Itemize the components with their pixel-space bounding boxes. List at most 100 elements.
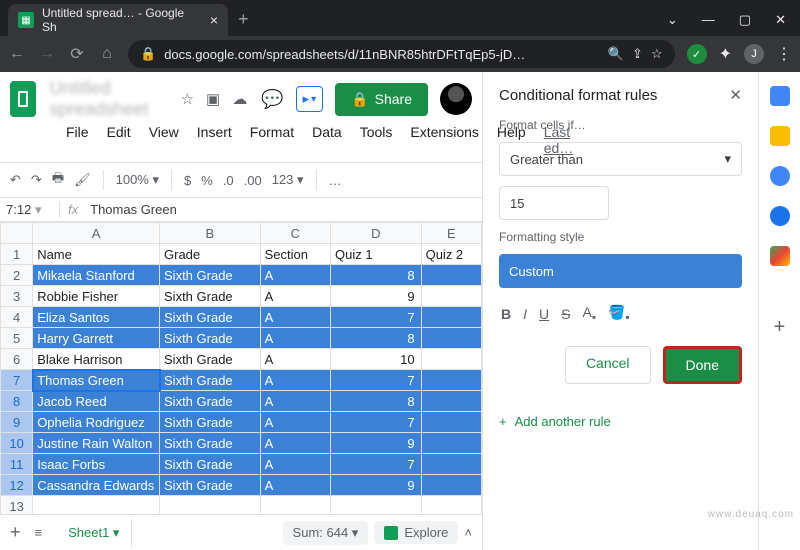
menu-tools[interactable]: Tools	[352, 122, 401, 158]
cell[interactable]: A	[260, 475, 330, 496]
redo-icon[interactable]: ↷	[31, 172, 42, 188]
italic-icon[interactable]: I	[523, 306, 527, 322]
row-header[interactable]: 9	[1, 412, 33, 433]
row-header[interactable]: 3	[1, 286, 33, 307]
paint-format-icon[interactable]: 🖌	[74, 172, 91, 188]
move-doc-icon[interactable]: ▣	[206, 90, 220, 108]
cell[interactable]: Cassandra Edwards	[33, 475, 160, 496]
row-header[interactable]: 12	[1, 475, 33, 496]
maps-icon[interactable]	[770, 246, 790, 266]
extension-check-icon[interactable]: ✓	[687, 44, 707, 64]
zoom-select[interactable]: 100% ▾	[116, 172, 159, 188]
add-addon-icon[interactable]: +	[774, 316, 786, 339]
formula-bar[interactable]: Thomas Green	[86, 202, 181, 217]
style-preview[interactable]: Custom	[499, 254, 742, 288]
header-cell[interactable]: Section	[260, 244, 330, 265]
comments-icon[interactable]: 💬	[261, 89, 283, 110]
column-header[interactable]: A	[33, 223, 160, 244]
cell[interactable]: A	[260, 412, 330, 433]
sheets-logo-icon[interactable]	[10, 81, 36, 117]
cell[interactable]	[421, 391, 481, 412]
more-toolbar-icon[interactable]: …	[329, 173, 342, 188]
cell[interactable]: Robbie Fisher	[33, 286, 160, 307]
cell[interactable]: Sixth Grade	[160, 328, 261, 349]
column-header[interactable]: E	[421, 223, 481, 244]
fill-color-icon[interactable]: 🪣▪	[608, 304, 630, 324]
add-rule-button[interactable]: + Add another rule	[499, 414, 742, 429]
header-cell[interactable]: Name	[33, 244, 160, 265]
browser-tab[interactable]: ▦ Untitled spread… - Google Sh ×	[8, 4, 228, 36]
cell[interactable]: A	[260, 328, 330, 349]
cell[interactable]: 7	[331, 370, 422, 391]
cell[interactable]: 8	[331, 328, 422, 349]
cell[interactable]: 7	[331, 454, 422, 475]
row-header[interactable]: 4	[1, 307, 33, 328]
underline-icon[interactable]: U	[539, 306, 549, 322]
chevron-up-icon[interactable]: ˄	[464, 525, 472, 540]
print-icon[interactable]: 🖶	[52, 169, 64, 191]
cell[interactable]: A	[260, 454, 330, 475]
menu-data[interactable]: Data	[304, 122, 350, 158]
cell[interactable]	[421, 286, 481, 307]
sheet-tab[interactable]: Sheet1 ▾	[56, 519, 132, 547]
cell[interactable]: Sixth Grade	[160, 286, 261, 307]
row-header[interactable]: 10	[1, 433, 33, 454]
sum-chip[interactable]: Sum: 644 ▾	[283, 521, 369, 545]
header-cell[interactable]: Quiz 1	[331, 244, 422, 265]
share-url-icon[interactable]: ⇪	[632, 46, 643, 62]
row-header[interactable]: 8	[1, 391, 33, 412]
cell[interactable]: Harry Garrett	[33, 328, 160, 349]
cell[interactable]: A	[260, 391, 330, 412]
chevron-down-icon[interactable]: ⌄	[667, 12, 678, 28]
row-header[interactable]: 5	[1, 328, 33, 349]
cell[interactable]	[421, 475, 481, 496]
extensions-icon[interactable]: ✦	[719, 44, 732, 64]
cell[interactable]: Sixth Grade	[160, 349, 261, 370]
cell[interactable]: 8	[331, 391, 422, 412]
cell[interactable]: 7	[331, 412, 422, 433]
cell[interactable]	[421, 433, 481, 454]
cell[interactable]: 9	[331, 433, 422, 454]
reload-icon[interactable]: ⟳	[68, 44, 86, 64]
cell[interactable]: Isaac Forbs	[33, 454, 160, 475]
done-button[interactable]: Done	[663, 346, 742, 384]
cell[interactable]: Jacob Reed	[33, 391, 160, 412]
percent-button[interactable]: %	[201, 173, 213, 188]
star-icon[interactable]: ☆	[651, 46, 663, 62]
row-header[interactable]: 6	[1, 349, 33, 370]
header-cell[interactable]: Quiz 2	[421, 244, 481, 265]
select-all-cell[interactable]	[1, 223, 33, 244]
cell[interactable]	[421, 412, 481, 433]
cell[interactable]: Sixth Grade	[160, 370, 261, 391]
cell[interactable]: Sixth Grade	[160, 391, 261, 412]
profile-badge[interactable]: J	[744, 44, 764, 64]
column-header[interactable]: D	[331, 223, 422, 244]
cell[interactable]: Ophelia Rodriguez	[33, 412, 160, 433]
name-box[interactable]: 7:12 ▾	[0, 202, 60, 218]
maximize-icon[interactable]: ▢	[739, 12, 751, 28]
cell[interactable]: 7	[331, 307, 422, 328]
cell[interactable]: Thomas Green	[33, 370, 160, 391]
cell[interactable]: Sixth Grade	[160, 307, 261, 328]
cell[interactable]: Sixth Grade	[160, 433, 261, 454]
undo-icon[interactable]: ↶	[10, 172, 21, 188]
menu-edit[interactable]: Edit	[99, 122, 139, 158]
cell[interactable]: Justine Rain Walton	[33, 433, 160, 454]
new-tab-button[interactable]: +	[228, 3, 259, 36]
close-window-icon[interactable]: ✕	[775, 12, 786, 28]
cell[interactable]	[421, 454, 481, 475]
menu-file[interactable]: File	[58, 122, 97, 158]
cell[interactable]: A	[260, 286, 330, 307]
present-button[interactable]: ▸▾	[296, 86, 324, 112]
close-panel-icon[interactable]: ✕	[729, 86, 742, 104]
document-title[interactable]: Untitled spreadsheet	[50, 78, 167, 120]
home-icon[interactable]: ⌂	[98, 45, 116, 63]
cell[interactable]: Blake Harrison	[33, 349, 160, 370]
cell[interactable]: Sixth Grade	[160, 475, 261, 496]
avatar[interactable]	[440, 83, 472, 115]
cell[interactable]: Sixth Grade	[160, 412, 261, 433]
tasks-icon[interactable]	[770, 166, 790, 186]
cancel-button[interactable]: Cancel	[565, 346, 651, 384]
all-sheets-icon[interactable]: ≡	[35, 525, 43, 540]
menu-insert[interactable]: Insert	[189, 122, 240, 158]
